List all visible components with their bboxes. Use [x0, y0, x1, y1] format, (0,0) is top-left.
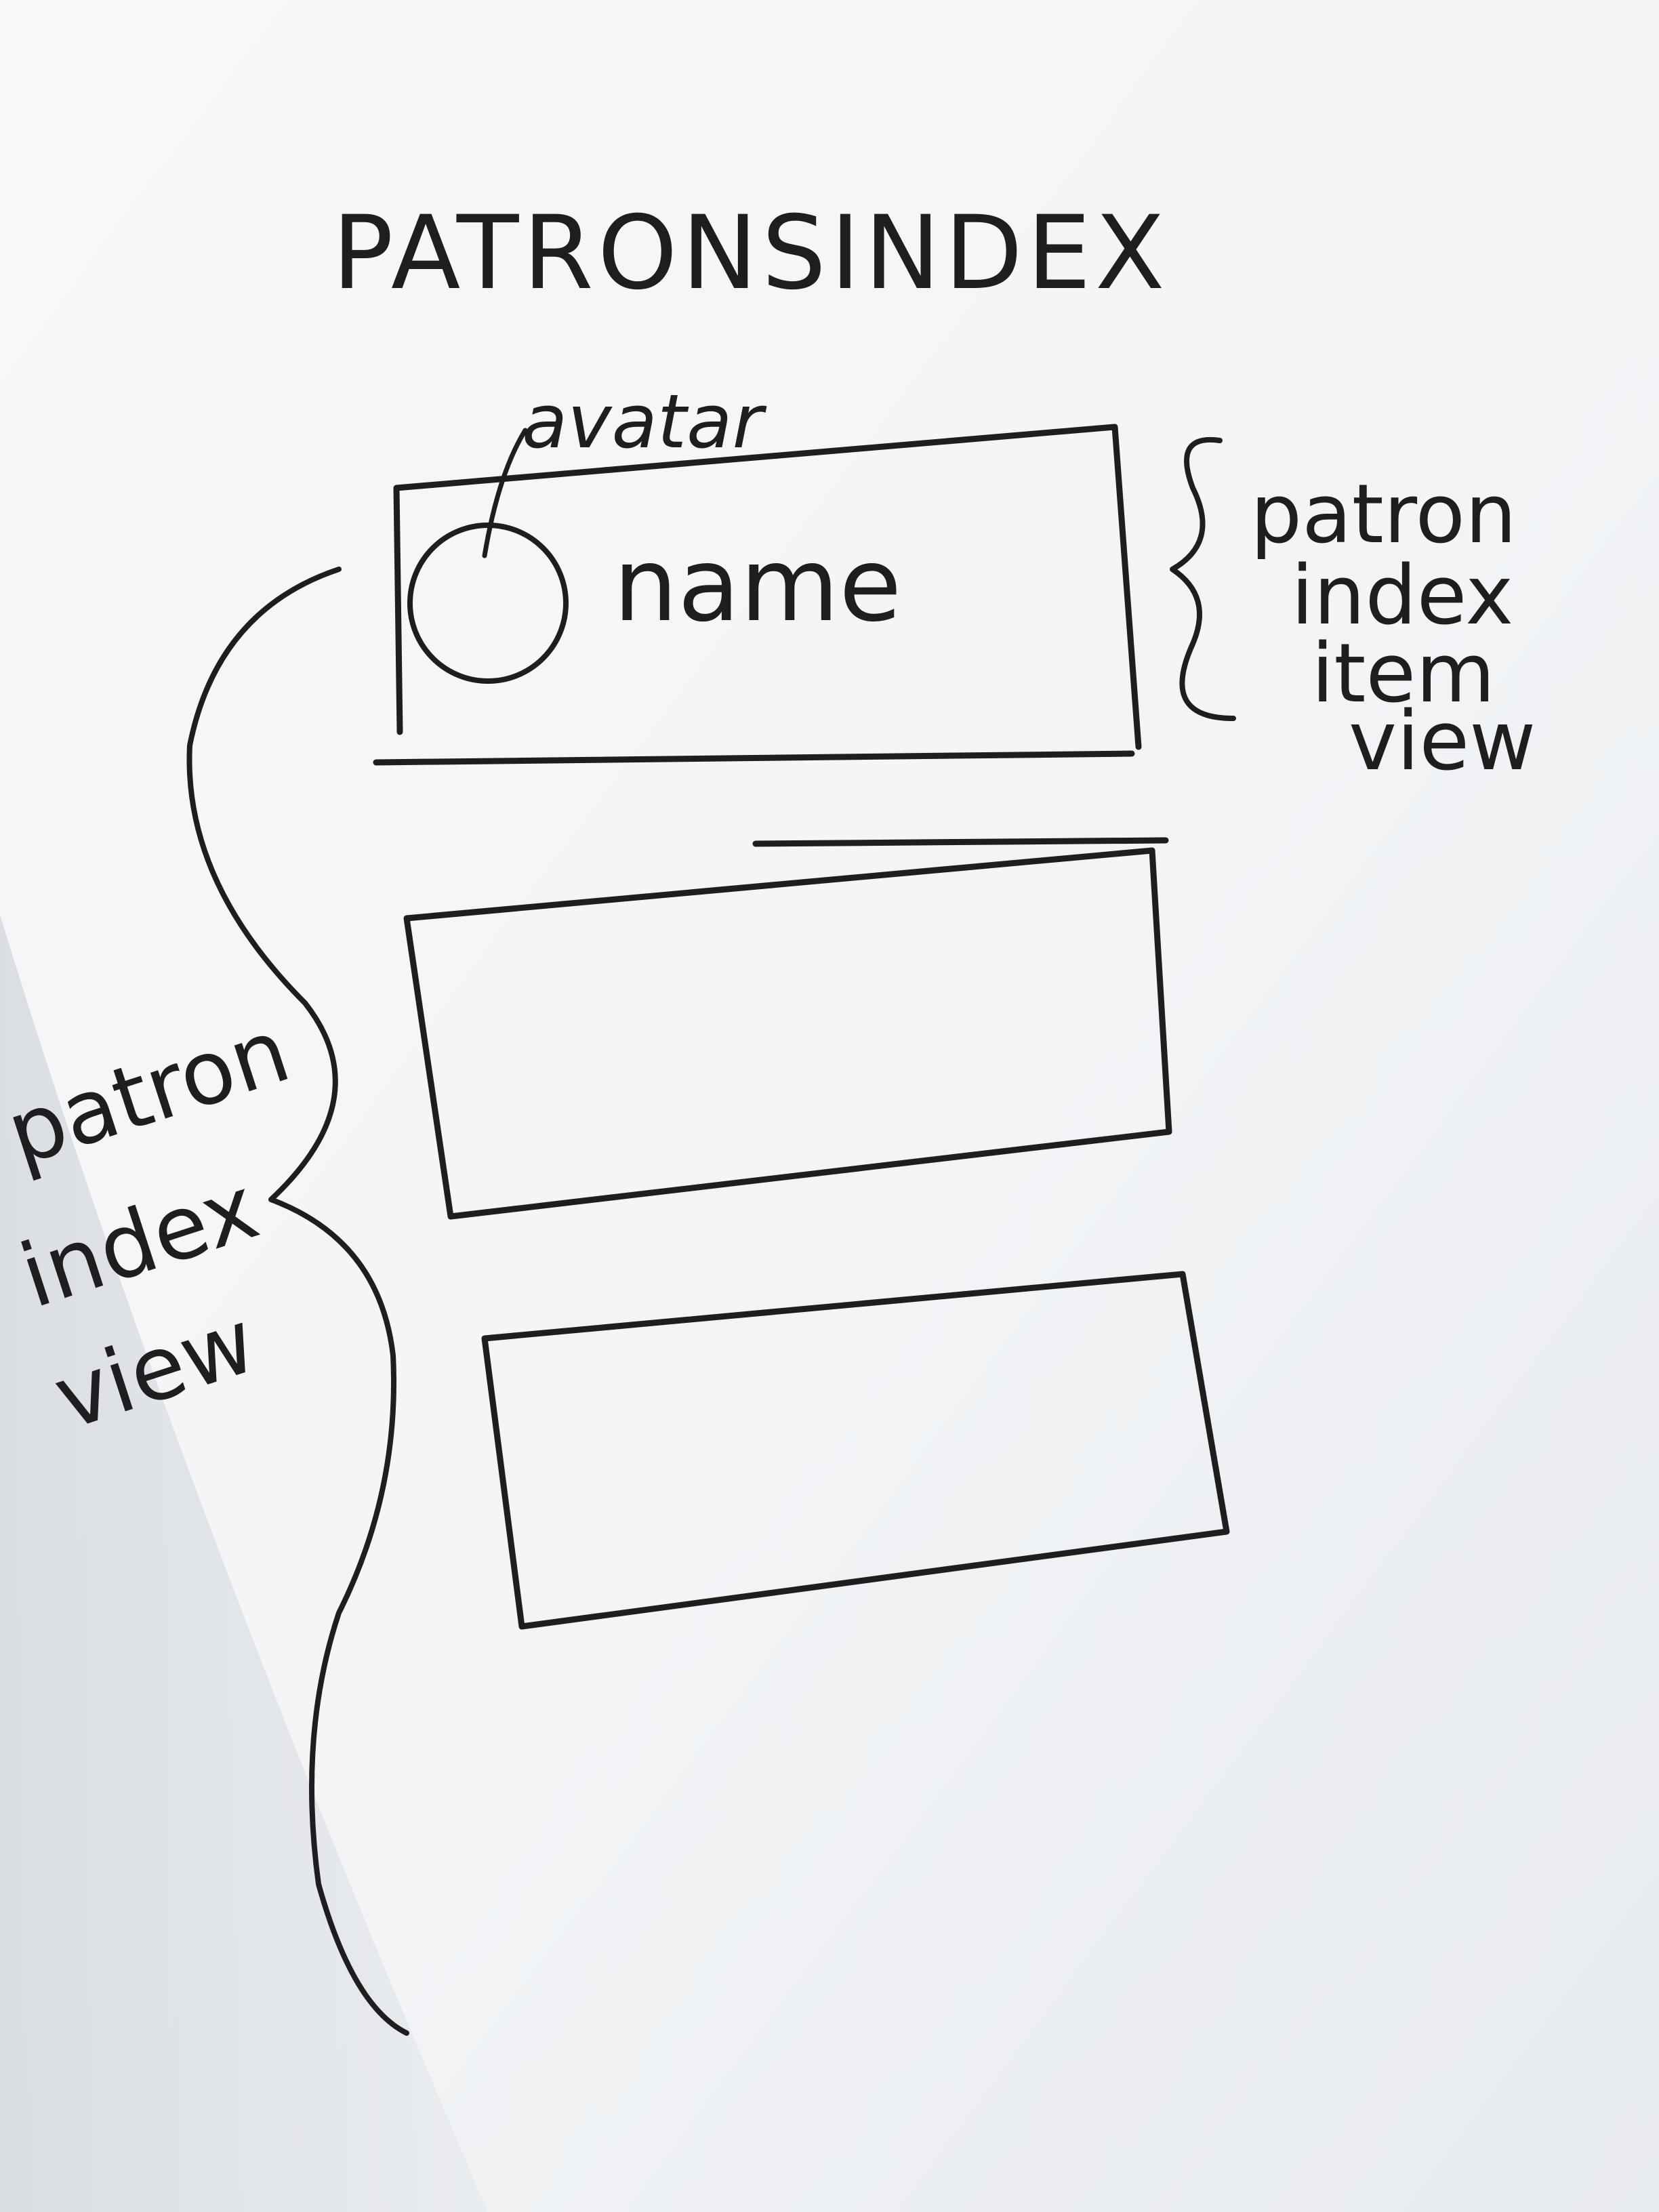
- item-view-label-4: view: [1349, 695, 1536, 789]
- sketch-sheet: PATRONSINDEX avatar name patron index it…: [0, 0, 1659, 2212]
- item-view-label-1: patron: [1250, 468, 1517, 562]
- avatar-label: avatar: [522, 378, 766, 465]
- page-title: PATRONSINDEX: [332, 194, 1169, 312]
- name-label: name: [613, 527, 901, 644]
